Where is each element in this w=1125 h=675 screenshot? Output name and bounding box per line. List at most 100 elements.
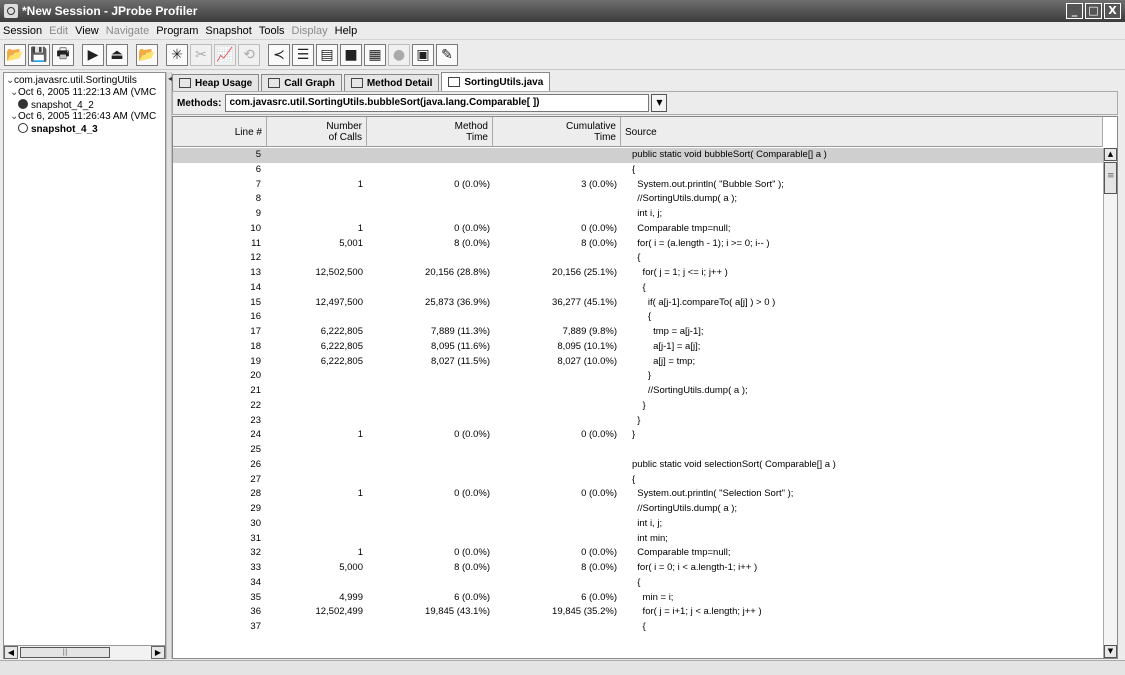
collapse-icon[interactable]: ⌄: [6, 75, 14, 87]
table-vertical-scrollbar[interactable]: ▲ ▼: [1103, 148, 1117, 658]
method-detail-icon[interactable]: ▤: [316, 44, 338, 66]
source-icon[interactable]: ▣: [412, 44, 434, 66]
tree-snapshot-2[interactable]: snapshot_4_3: [18, 123, 98, 135]
scroll-thumb[interactable]: ||: [20, 647, 110, 658]
tab-sortingutils-java[interactable]: SortingUtils.java: [441, 72, 551, 91]
source-table[interactable]: Line # Number of Calls Method Time Cumul…: [172, 116, 1118, 659]
dropdown-arrow-icon[interactable]: ▼: [651, 94, 668, 112]
eject-icon[interactable]: ⏏: [106, 44, 128, 66]
memory-icon[interactable]: ■: [340, 44, 362, 66]
menu-program[interactable]: Program: [156, 25, 198, 37]
heap-chart-icon[interactable]: 📈: [214, 44, 236, 66]
table-row[interactable]: 8 //SortingUtils.dump( a );: [173, 192, 1103, 207]
table-row[interactable]: 29 //SortingUtils.dump( a );: [173, 502, 1103, 517]
table-row[interactable]: 9 int i, j;: [173, 207, 1103, 222]
table-row[interactable]: 26 public static void selectionSort( Comp…: [173, 458, 1103, 473]
menu-help[interactable]: Help: [335, 25, 358, 37]
bulb-icon[interactable]: ●: [388, 44, 410, 66]
table-row[interactable]: 28 1 0 (0.0%) 0 (0.0%) System.out.println( …: [173, 487, 1103, 502]
column-header-cumulative-time[interactable]: Cumulative Time: [493, 117, 621, 147]
garbage-collect-icon[interactable]: ✳: [166, 44, 188, 66]
menu-session[interactable]: Session: [3, 25, 42, 37]
table-row[interactable]: 12 {: [173, 251, 1103, 266]
scroll-down-arrow-icon[interactable]: ▼: [1104, 645, 1117, 658]
table-row[interactable]: 27 {: [173, 473, 1103, 488]
scroll-up-arrow-icon[interactable]: ▲: [1104, 148, 1117, 161]
tab-heap-usage[interactable]: Heap Usage: [172, 74, 260, 91]
table-row[interactable]: 36 12,502,499 19,845 (43.1%) 19,845 (35.2%)…: [173, 605, 1103, 620]
open-folder-icon[interactable]: 📂: [4, 44, 26, 66]
call-graph-icon[interactable]: ≺: [268, 44, 290, 66]
cumulative-time-cell: [493, 310, 617, 325]
table-row[interactable]: 30 int i, j;: [173, 517, 1103, 532]
save-icon[interactable]: 💾: [28, 44, 50, 66]
table-row[interactable]: 10 1 0 (0.0%) 0 (0.0%) Comparable tmp=null;: [173, 222, 1103, 237]
cumulative-time-cell: [493, 517, 617, 532]
play-icon[interactable]: ▶: [82, 44, 104, 66]
menu-view[interactable]: View: [75, 25, 99, 37]
column-header-method-time[interactable]: Method Time: [367, 117, 493, 147]
refresh-icon[interactable]: ⟲: [238, 44, 260, 66]
collapse-icon[interactable]: ⌄: [10, 87, 18, 99]
table-row[interactable]: 13 12,502,500 20,156 (28.8%) 20,156 (25.1%)…: [173, 266, 1103, 281]
table-row[interactable]: 34 {: [173, 576, 1103, 591]
menu-snapshot[interactable]: Snapshot: [205, 25, 251, 37]
table-row[interactable]: 20 }: [173, 369, 1103, 384]
table-row[interactable]: 7 1 0 (0.0%) 3 (0.0%) System.out.println( "…: [173, 178, 1103, 193]
tab-method-detail[interactable]: Method Detail: [343, 74, 440, 91]
report-icon[interactable]: ▦: [364, 44, 386, 66]
table-row[interactable]: 32 1 0 (0.0%) 0 (0.0%) Comparable tmp=null;: [173, 546, 1103, 561]
table-row[interactable]: 5 public static void bubbleSort( Comparab…: [173, 148, 1103, 163]
menu-tools[interactable]: Tools: [259, 25, 285, 37]
jprobe-app-icon[interactable]: [4, 4, 18, 18]
scroll-left-arrow-icon[interactable]: ◀: [4, 646, 18, 659]
method-time-cell: [367, 576, 490, 591]
session-tree[interactable]: ⌄com.javasrc.util.SortingUtils ⌄Oct 6, 2…: [3, 72, 166, 659]
table-row[interactable]: 18 6,222,805 8,095 (11.6%) 8,095 (10.1%) a[…: [173, 340, 1103, 355]
table-row[interactable]: 37 {: [173, 620, 1103, 635]
tree-root[interactable]: ⌄com.javasrc.util.SortingUtils: [6, 75, 137, 87]
column-header-line[interactable]: Line #: [173, 117, 267, 147]
column-header-source[interactable]: Source: [621, 117, 1103, 147]
table-row[interactable]: 25: [173, 443, 1103, 458]
minimize-button[interactable]: _: [1066, 3, 1083, 19]
table-row[interactable]: 14 {: [173, 281, 1103, 296]
cumulative-time-cell: 8,027 (10.0%): [557, 355, 617, 367]
table-row[interactable]: 11 5,001 8 (0.0%) 8 (0.0%) for( i = (a.leng…: [173, 237, 1103, 252]
tree-session-2[interactable]: ⌄Oct 6, 2005 11:26:43 AM (VMC: [10, 111, 156, 123]
table-row[interactable]: 17 6,222,805 7,889 (11.3%) 7,889 (9.8%) tmp…: [173, 325, 1103, 340]
table-row[interactable]: 6{: [173, 163, 1103, 178]
tab-call-graph[interactable]: Call Graph: [261, 74, 342, 91]
source-cell: for( i = (a.length - 1); i >= 0; i-- ): [632, 237, 770, 249]
line-number-cell: 12: [250, 252, 261, 264]
table-row[interactable]: 24 1 0 (0.0%) 0 (0.0%)}: [173, 428, 1103, 443]
table-row[interactable]: 35 4,999 6 (0.0%) 6 (0.0%) min = i;: [173, 591, 1103, 606]
close-button[interactable]: X: [1104, 3, 1121, 19]
menu-edit[interactable]: Edit: [49, 25, 68, 37]
maximize-button[interactable]: □: [1085, 3, 1102, 19]
table-row[interactable]: 22 }: [173, 399, 1103, 414]
list-icon[interactable]: ☰: [292, 44, 314, 66]
table-row[interactable]: 31 int min;: [173, 532, 1103, 547]
tree-horizontal-scrollbar[interactable]: ◀ || ▶: [4, 645, 165, 659]
table-row[interactable]: 16 {: [173, 310, 1103, 325]
table-row[interactable]: 23 }: [173, 414, 1103, 429]
collapse-icon[interactable]: ⌄: [10, 111, 18, 123]
table-row[interactable]: 33 5,000 8 (0.0%) 8 (0.0%) for( i = 0; i < …: [173, 561, 1103, 576]
table-row[interactable]: 21 //SortingUtils.dump( a );: [173, 384, 1103, 399]
open-snapshot-icon[interactable]: 📂: [136, 44, 158, 66]
table-row[interactable]: 19 6,222,805 8,027 (11.5%) 8,027 (10.0%) a[…: [173, 355, 1103, 370]
column-header-calls[interactable]: Number of Calls: [267, 117, 367, 147]
table-row[interactable]: 15 12,497,500 25,873 (36.9%) 36,277 (45.1%)…: [173, 296, 1103, 311]
line-number-cell: 13: [250, 267, 261, 278]
scissors-icon[interactable]: ✂: [190, 44, 212, 66]
methods-dropdown[interactable]: com.javasrc.util.SortingUtils.bubbleSort…: [225, 94, 650, 112]
menu-display[interactable]: Display: [292, 25, 328, 37]
scroll-right-arrow-icon[interactable]: ▶: [151, 646, 165, 659]
menu-navigate[interactable]: Navigate: [106, 25, 149, 37]
scroll-thumb[interactable]: [1104, 162, 1117, 194]
tree-snapshot-1[interactable]: snapshot_4_2: [18, 99, 94, 111]
edit-icon[interactable]: ✎: [436, 44, 458, 66]
print-icon[interactable]: 🖶: [52, 44, 74, 66]
tree-session-1[interactable]: ⌄Oct 6, 2005 11:22:13 AM (VMC: [10, 87, 156, 99]
